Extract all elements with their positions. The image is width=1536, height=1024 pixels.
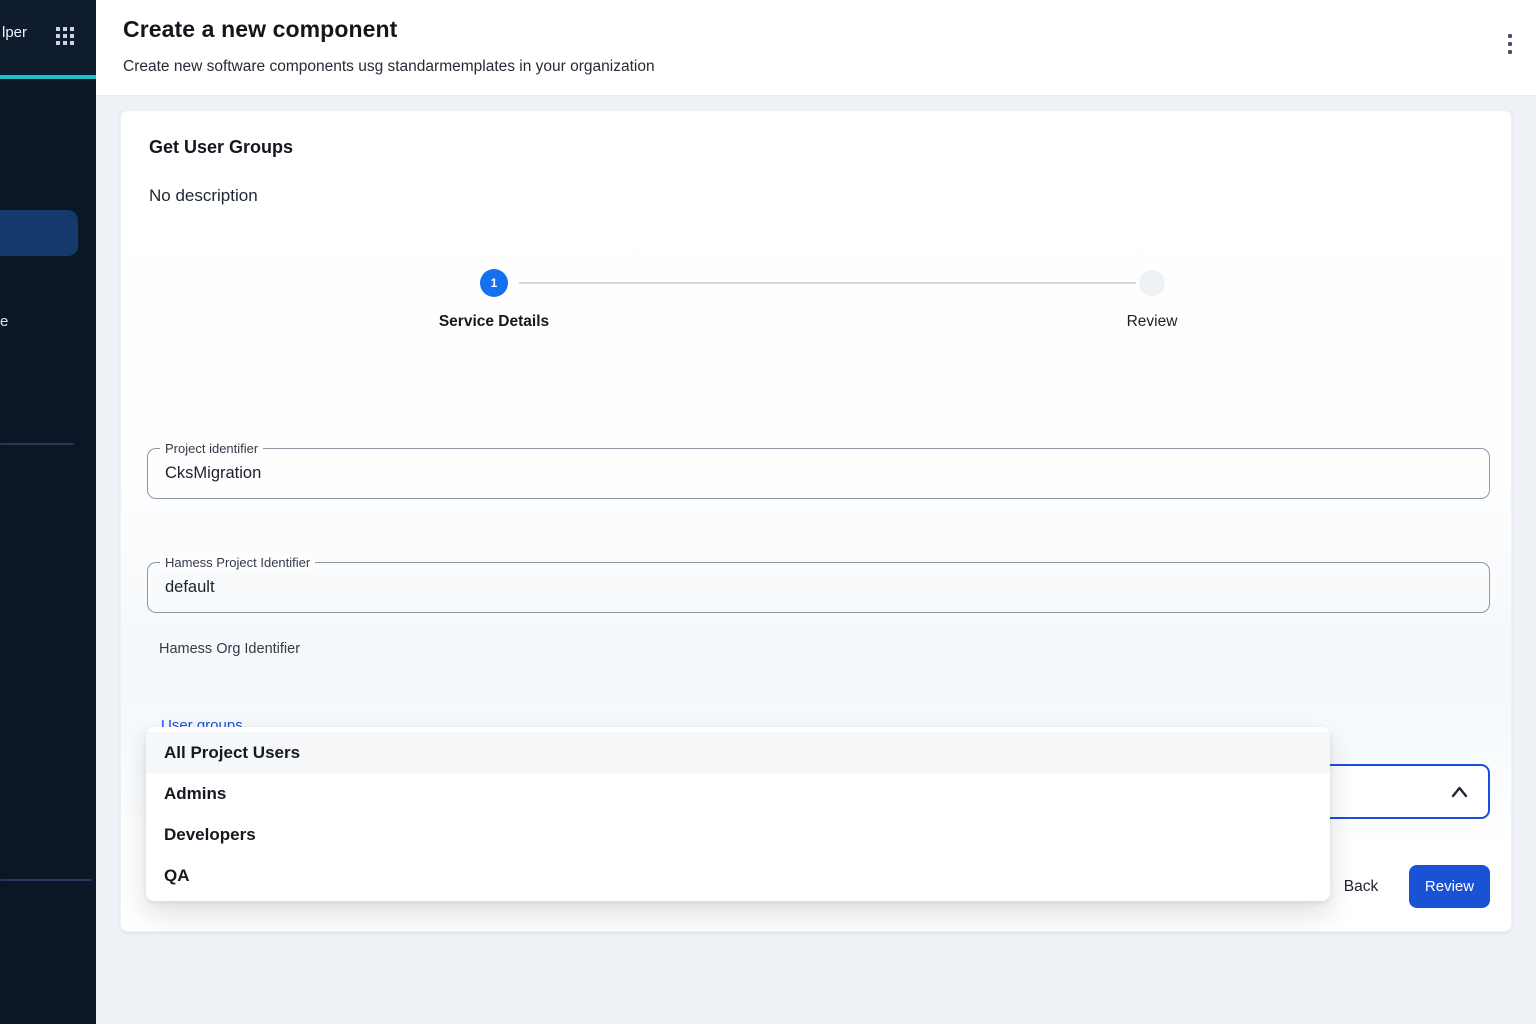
step-label-service-details: Service Details: [420, 313, 568, 331]
step-label-review: Review: [1092, 313, 1212, 331]
dropdown-option-all-project-users[interactable]: All Project Users: [146, 732, 1330, 773]
sidebar-item-label[interactable]: e: [0, 313, 8, 330]
project-identifier-field[interactable]: Project identifier CksMigration: [147, 448, 1490, 499]
dropdown-option-admins[interactable]: Admins: [146, 773, 1330, 814]
page-subtitle: Create new software components usg stand…: [123, 58, 655, 76]
page-title: Create a new component: [123, 16, 397, 43]
main-area: Create a new component Create new softwa…: [96, 0, 1536, 1024]
chevron-up-icon: [1451, 785, 1468, 799]
sidebar-divider: [0, 879, 92, 881]
page-header: Create a new component Create new softwa…: [96, 0, 1536, 96]
harness-project-identifier-value[interactable]: default: [165, 563, 215, 612]
back-button[interactable]: Back: [1325, 865, 1397, 908]
sidebar-header: lper: [0, 0, 96, 75]
kebab-menu-icon[interactable]: [1498, 27, 1522, 61]
step-indicator-active[interactable]: 1: [480, 269, 508, 297]
step-indicator-upcoming[interactable]: [1139, 270, 1165, 296]
sidebar-divider: [0, 443, 74, 445]
sidebar-item-selected[interactable]: [0, 210, 78, 256]
sidebar-accent-line: [0, 75, 96, 79]
harness-project-identifier-field[interactable]: Hamess Project Identifier default: [147, 562, 1490, 613]
sidebar-brand-text: lper: [2, 24, 27, 41]
project-identifier-value[interactable]: CksMigration: [165, 449, 261, 498]
harness-org-identifier-label: Hamess Org Identifier: [159, 641, 300, 657]
dropdown-option-developers[interactable]: Developers: [146, 814, 1330, 855]
card-title: Get User Groups: [149, 137, 293, 158]
user-groups-dropdown-panel: All Project Users Admins Developers QA: [146, 727, 1330, 901]
sidebar: lper e: [0, 0, 96, 1024]
apps-grid-icon[interactable]: [56, 27, 76, 47]
card-description: No description: [149, 186, 258, 206]
review-button[interactable]: Review: [1409, 865, 1490, 908]
dropdown-option-qa[interactable]: QA: [146, 855, 1330, 896]
step-connector-line: [519, 282, 1136, 284]
